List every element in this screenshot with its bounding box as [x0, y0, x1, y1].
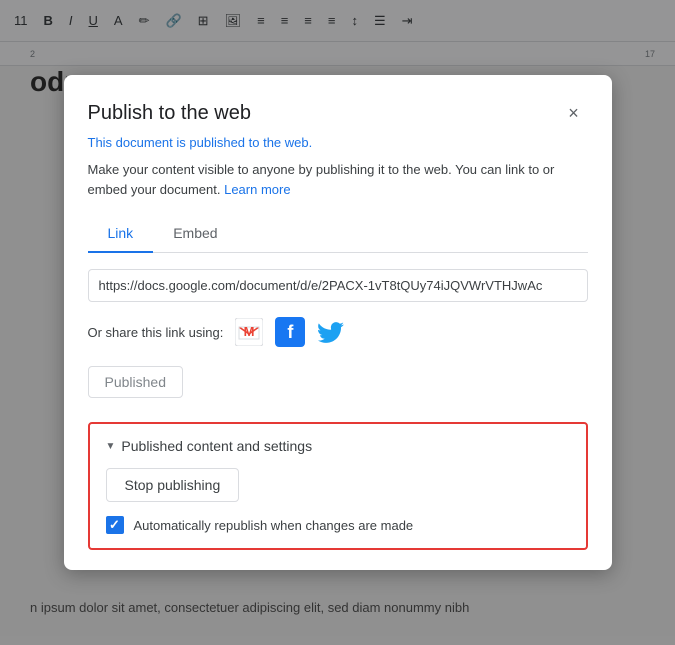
dialog-description: Make your content visible to anyone by p… [88, 160, 588, 199]
published-content-section: ▼ Published content and settings Stop pu… [88, 422, 588, 550]
publish-dialog: Publish to the web × This document is pu… [64, 75, 612, 570]
dialog-description-text: Make your content visible to anyone by p… [88, 162, 555, 197]
section-header[interactable]: ▼ Published content and settings [106, 438, 570, 454]
share-label: Or share this link using: [88, 325, 224, 340]
facebook-icon: f [287, 317, 293, 347]
gmail-share-button[interactable]: M [233, 316, 265, 348]
twitter-share-button[interactable] [315, 316, 347, 348]
published-notice: This document is published to the web. [88, 135, 588, 150]
dialog-title: Publish to the web [88, 102, 251, 125]
collapse-icon: ▼ [106, 441, 116, 452]
checkmark-icon: ✓ [109, 517, 120, 533]
tab-link[interactable]: Link [88, 215, 154, 253]
close-button[interactable]: × [560, 99, 588, 127]
published-status-button: Published [88, 366, 588, 414]
learn-more-link[interactable]: Learn more [224, 182, 290, 197]
stop-publishing-button[interactable]: Stop publishing [106, 468, 240, 502]
share-row: Or share this link using: M f [88, 316, 588, 348]
modal-overlay: Publish to the web × This document is pu… [0, 0, 675, 645]
auto-republish-row: ✓ Automatically republish when changes a… [106, 516, 570, 534]
auto-republish-label: Automatically republish when changes are… [134, 518, 414, 533]
url-input[interactable] [88, 269, 588, 302]
stop-publishing-row: Stop publishing [106, 468, 570, 516]
dialog-header: Publish to the web × [88, 99, 588, 127]
tab-embed[interactable]: Embed [153, 215, 237, 253]
tab-bar: Link Embed [88, 215, 588, 253]
facebook-share-button[interactable]: f [275, 317, 305, 347]
section-title: Published content and settings [121, 438, 312, 454]
svg-text:M: M [244, 324, 255, 339]
published-label: Published [88, 366, 184, 398]
auto-republish-checkbox[interactable]: ✓ [106, 516, 124, 534]
